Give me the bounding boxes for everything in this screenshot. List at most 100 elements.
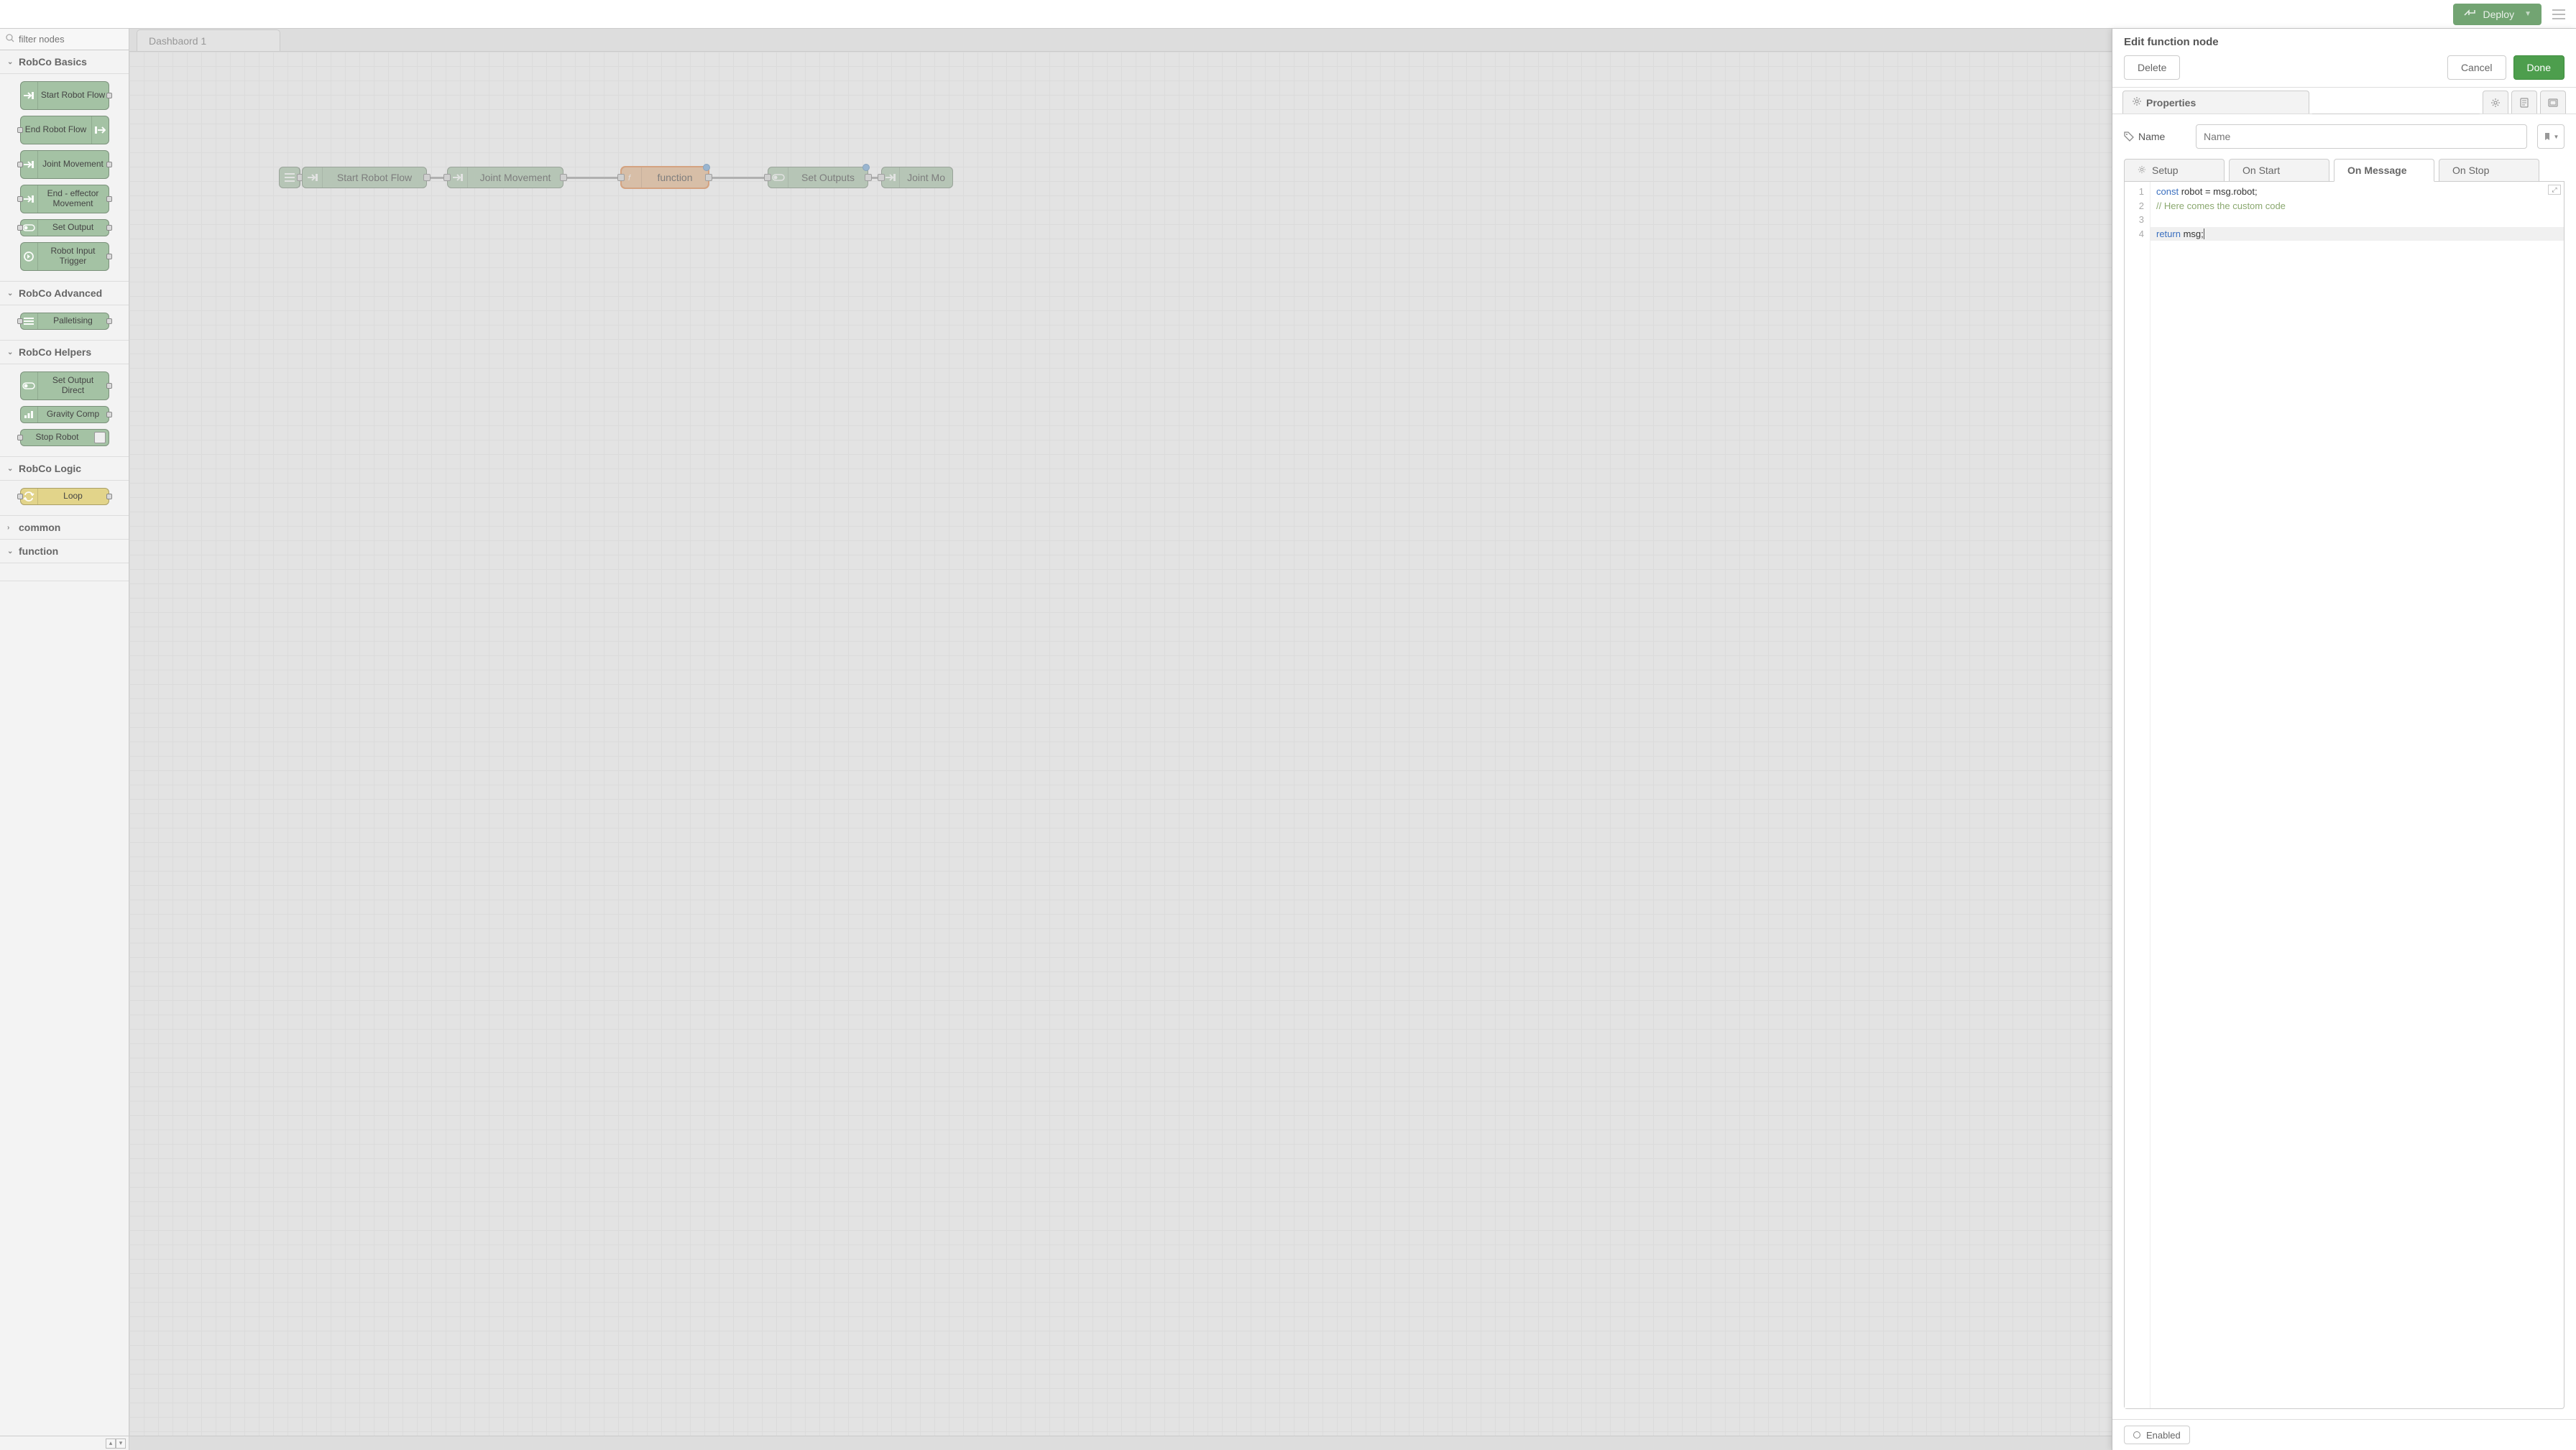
code-content[interactable]: const robot = msg.robot;// Here comes th…: [2150, 182, 2564, 1408]
arrow-in-icon: [21, 185, 38, 213]
setup-tab[interactable]: Setup: [2124, 159, 2225, 182]
node-appearance-tab[interactable]: [2540, 91, 2566, 114]
palette-collapse-down-button[interactable]: ▾: [116, 1439, 126, 1449]
palette-node-label: Start Robot Flow: [38, 89, 109, 102]
palette-node-label: Stop Robot: [21, 431, 94, 444]
palette-footer: ▴ ▾: [0, 1436, 129, 1450]
palette-category-header[interactable]: › common: [0, 516, 129, 540]
properties-tab[interactable]: Properties: [2122, 91, 2309, 114]
language-picker-button[interactable]: ▼: [2537, 124, 2564, 149]
palette-node[interactable]: Robot Input Trigger: [20, 242, 109, 271]
palette-filter: [0, 29, 129, 50]
node-input-port: [17, 318, 23, 324]
palette-category-header[interactable]: ⌄RobCo Helpers: [0, 341, 129, 364]
palette-collapse-up-button[interactable]: ▴: [106, 1439, 116, 1449]
chevron-down-icon: ▼: [2524, 10, 2531, 18]
node-input-port: [17, 127, 23, 133]
palette-category-label: RobCo Helpers: [19, 346, 91, 358]
palette-category-label: common: [19, 522, 60, 533]
chart-icon: [21, 407, 38, 422]
palette-node[interactable]: Set Output Direct: [20, 371, 109, 400]
palette-node[interactable]: Stop Robot: [20, 429, 109, 446]
palette-node-label: Set Output: [38, 221, 109, 234]
name-field-row: Name ▼: [2124, 124, 2564, 149]
search-icon: [6, 34, 14, 45]
done-button[interactable]: Done: [2513, 55, 2564, 80]
cancel-button[interactable]: Cancel: [2447, 55, 2506, 80]
palette-node[interactable]: End Robot Flow: [20, 116, 109, 144]
gear-icon: [2132, 96, 2142, 108]
name-field-label: Name: [2124, 131, 2186, 142]
node-description-tab[interactable]: [2511, 91, 2537, 114]
palette-category-header[interactable]: ⌄function: [0, 540, 129, 563]
palette-category-label: RobCo Logic: [19, 463, 81, 474]
palette-category-body: Palletising: [0, 305, 129, 341]
palette-node-label: End - effector Movement: [38, 188, 109, 211]
document-icon: [2520, 98, 2529, 108]
deploy-icon: [2463, 8, 2476, 20]
editor-top-tabs: Properties: [2112, 88, 2576, 114]
toggle-circle-icon: [2133, 1431, 2140, 1439]
node-editor-panel: Edit function node Delete Cancel Done Pr…: [2112, 29, 2576, 1450]
loop-icon: [21, 489, 38, 504]
chevron-down-icon: ⌄: [7, 58, 14, 66]
main-menu-button[interactable]: [2547, 4, 2570, 25]
on-start-tab[interactable]: On Start: [2229, 159, 2329, 182]
palette-filter-input[interactable]: [19, 34, 123, 45]
code-editor[interactable]: 1234 const robot = msg.robot;// Here com…: [2124, 181, 2564, 1409]
arrow-out-icon: [91, 116, 109, 144]
properties-tab-label: Properties: [2146, 97, 2196, 108]
palette-node[interactable]: End - effector Movement: [20, 185, 109, 213]
bookmark-icon: [2543, 132, 2552, 141]
node-square-handle: [94, 432, 106, 443]
gear-icon: [2490, 98, 2501, 108]
code-gutter: 1234: [2125, 182, 2150, 1408]
palette-category-header[interactable]: ⌄RobCo Basics: [0, 50, 129, 74]
node-output-port: [106, 412, 112, 417]
palette-category-body: [0, 563, 129, 581]
chevron-down-icon: ⌄: [7, 465, 14, 473]
palette-category-header[interactable]: ⌄RobCo Advanced: [0, 282, 129, 305]
editor-title: Edit function node: [2112, 29, 2576, 52]
chevron-right-icon: ›: [7, 524, 14, 532]
palette-node-label: Joint Movement: [38, 158, 109, 171]
circle-arrow-icon: [21, 243, 38, 270]
tag-icon: [2124, 131, 2134, 142]
palette-category-body: Set Output Direct Gravity Comp Stop Robot: [0, 364, 129, 457]
node-palette: ⌄RobCo Basics Start Robot Flow End Robot F…: [0, 29, 129, 1450]
node-output-port: [106, 225, 112, 231]
palette-node-label: Robot Input Trigger: [38, 245, 109, 268]
palette-category-body: Start Robot Flow End Robot Flow Joint Move…: [0, 74, 129, 282]
node-input-port: [17, 435, 23, 440]
palette-node-label: Palletising: [38, 315, 109, 328]
palette-node[interactable]: Gravity Comp: [20, 406, 109, 423]
name-input[interactable]: [2196, 124, 2527, 149]
on-stop-tab[interactable]: On Stop: [2439, 159, 2539, 182]
palette-node-label: Loop: [38, 490, 109, 503]
node-input-port: [17, 494, 23, 499]
enabled-toggle[interactable]: Enabled: [2124, 1426, 2190, 1444]
palette-node[interactable]: Joint Movement: [20, 150, 109, 179]
chevron-down-icon: ⌄: [7, 290, 14, 297]
palette-node[interactable]: Set Output: [20, 219, 109, 236]
delete-button[interactable]: Delete: [2124, 55, 2180, 80]
function-tabs: Setup On Start On Message On Stop: [2124, 159, 2564, 182]
palette-category-header[interactable]: ⌄ RobCo Logic: [0, 457, 129, 481]
editor-actions: Delete Cancel Done: [2112, 52, 2576, 88]
gear-icon: [2138, 165, 2146, 176]
node-output-port: [106, 254, 112, 259]
editor-body: Name ▼ Setup On Start On Message On Stop: [2112, 114, 2576, 1419]
node-input-port: [17, 196, 23, 202]
node-settings-tab[interactable]: [2483, 91, 2508, 114]
deploy-button[interactable]: Deploy ▼: [2453, 4, 2542, 25]
palette-node[interactable]: Loop: [20, 488, 109, 505]
palette-node-label: Gravity Comp: [38, 408, 109, 421]
arrow-in-icon: [21, 151, 38, 178]
palette-node[interactable]: Palletising: [20, 313, 109, 330]
on-message-tab[interactable]: On Message: [2334, 159, 2434, 182]
node-output-port: [106, 383, 112, 389]
node-input-port: [17, 162, 23, 167]
chevron-down-icon: ▼: [2554, 134, 2559, 140]
palette-node[interactable]: Start Robot Flow: [20, 81, 109, 110]
chevron-down-icon: ⌄: [7, 548, 14, 555]
